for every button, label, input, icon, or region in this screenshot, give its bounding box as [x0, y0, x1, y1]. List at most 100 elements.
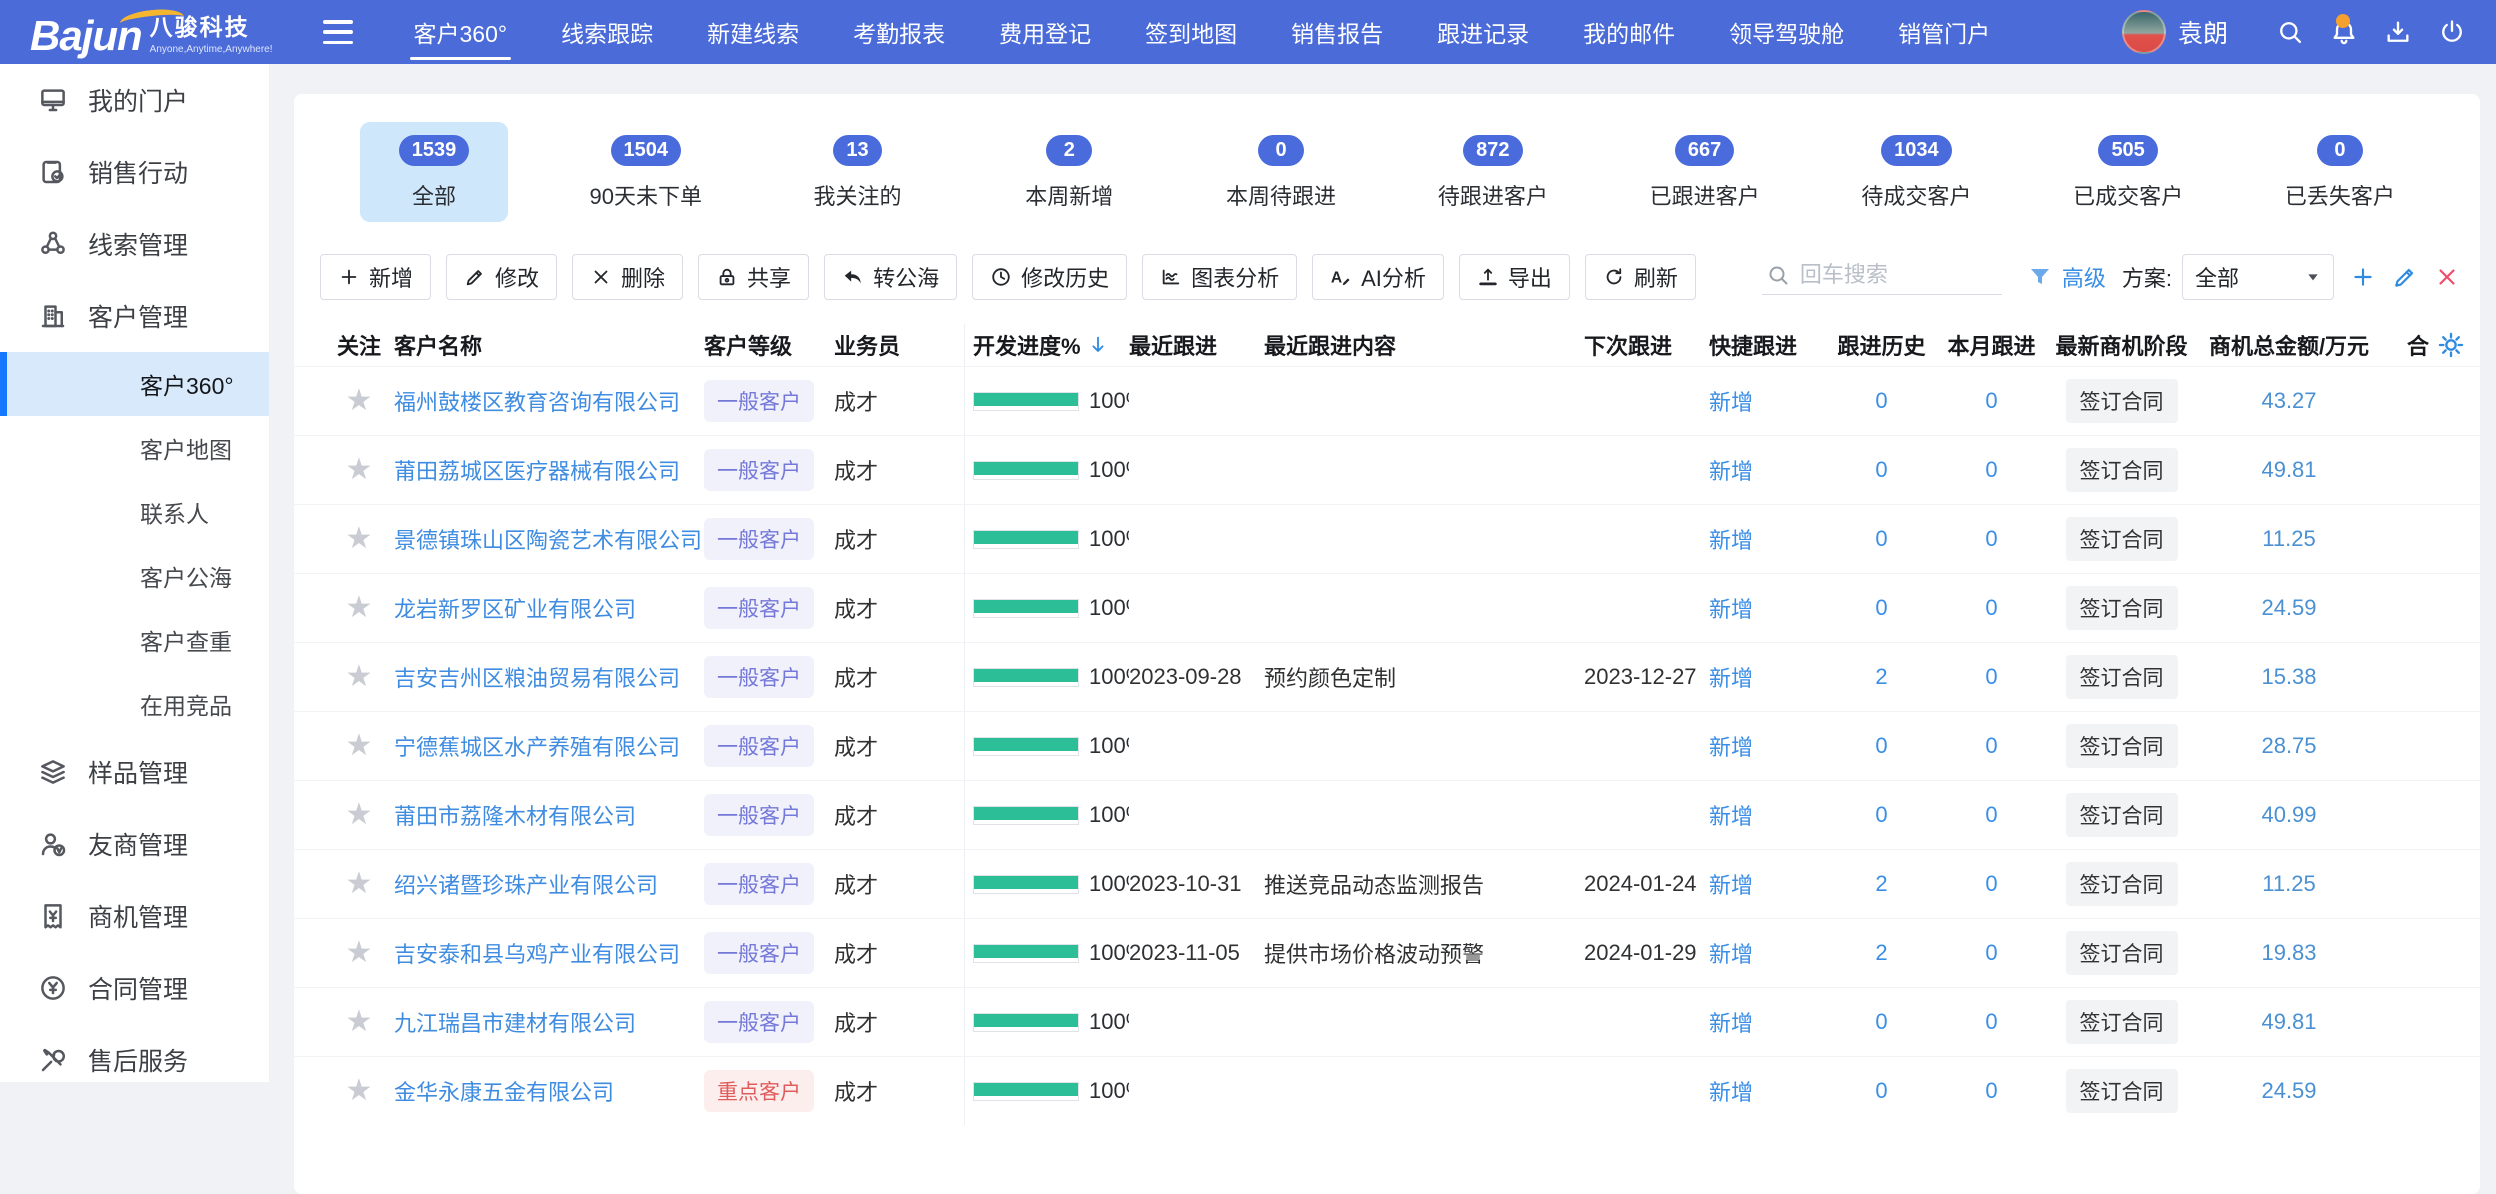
history-count-link[interactable]: 0 [1875, 388, 1887, 414]
sidebar-item[interactable]: 在用竞品 [0, 672, 269, 736]
quick-follow-link[interactable]: 新增 [1709, 454, 1753, 486]
quick-follow-link[interactable]: 新增 [1709, 592, 1753, 624]
amount-link[interactable]: 11.25 [2262, 871, 2315, 897]
month-count-link[interactable]: 0 [1985, 871, 1997, 897]
customer-name-link[interactable]: 龙岩新罗区矿业有限公司 [394, 592, 636, 624]
customer-name-link[interactable]: 九江瑞昌市建材有限公司 [394, 1006, 636, 1038]
sidebar-item[interactable]: 联系人 [0, 480, 269, 544]
top-nav-item[interactable]: 考勤报表 [853, 0, 945, 64]
quick-follow-link[interactable]: 新增 [1709, 868, 1753, 900]
sidebar-item[interactable]: 商机管理 [0, 880, 269, 952]
history-count-link[interactable]: 0 [1875, 733, 1887, 759]
toolbar-button[interactable]: 导出 [1459, 254, 1570, 300]
history-count-link[interactable]: 2 [1875, 940, 1887, 966]
col-header-grade[interactable]: 客户等级 [704, 329, 834, 361]
customer-name-link[interactable]: 吉安泰和县乌鸡产业有限公司 [394, 937, 680, 969]
sidebar-item[interactable]: 销售行动 [0, 136, 269, 208]
amount-link[interactable]: 49.81 [2261, 457, 2316, 483]
customer-name-link[interactable]: 吉安吉州区粮油贸易有限公司 [394, 661, 680, 693]
customer-name-link[interactable]: 宁德蕉城区水产养殖有限公司 [394, 730, 680, 762]
toolbar-button[interactable]: 转公海 [824, 254, 957, 300]
table-row[interactable]: ★ 景德镇珠山区陶瓷艺术有限公司 一般客户 成才 100% 新增 0 0 签订合… [294, 504, 2480, 573]
history-count-link[interactable]: 2 [1875, 871, 1887, 897]
top-nav-item[interactable]: 跟进记录 [1437, 0, 1529, 64]
toolbar-button[interactable]: 删除 [572, 254, 683, 300]
stat-filter[interactable]: 872 待跟进客户 [1419, 122, 1567, 222]
plan-select[interactable]: 全部 [2182, 254, 2334, 300]
table-row[interactable]: ★ 绍兴诸暨珍珠产业有限公司 一般客户 成才 100% 2023-10-31 推… [294, 849, 2480, 918]
col-header-owner[interactable]: 业务员 [834, 329, 964, 361]
stat-filter[interactable]: 667 已跟进客户 [1631, 122, 1779, 222]
month-count-link[interactable]: 0 [1985, 1009, 1997, 1035]
edit-plan-icon[interactable] [2392, 264, 2418, 290]
history-count-link[interactable]: 0 [1875, 457, 1887, 483]
stat-filter[interactable]: 0 本周待跟进 [1207, 122, 1355, 222]
stat-filter[interactable]: 505 已成交客户 [2054, 122, 2202, 222]
table-row[interactable]: ★ 福州鼓楼区教育咨询有限公司 一般客户 成才 100% 新增 0 0 签订合同 [294, 366, 2480, 435]
toolbar-button[interactable]: 共享 [698, 254, 809, 300]
history-count-link[interactable]: 0 [1875, 595, 1887, 621]
search-input[interactable] [1800, 262, 1980, 288]
col-header-amount[interactable]: 商机总金额/万元 [2199, 329, 2379, 361]
col-header-quick-follow[interactable]: 快捷跟进 [1709, 329, 1824, 361]
amount-link[interactable]: 40.99 [2261, 802, 2316, 828]
stat-filter[interactable]: 2 本周新增 [995, 122, 1143, 222]
quick-follow-link[interactable]: 新增 [1709, 661, 1753, 693]
star-icon[interactable]: ★ [346, 731, 373, 761]
top-nav-item[interactable]: 销管门户 [1898, 0, 1990, 64]
quick-follow-link[interactable]: 新增 [1709, 385, 1753, 417]
star-icon[interactable]: ★ [346, 800, 373, 830]
month-count-link[interactable]: 0 [1985, 664, 1997, 690]
stat-filter[interactable]: 0 已丢失客户 [2266, 122, 2414, 222]
sort-desc-icon[interactable] [1087, 334, 1109, 356]
sidebar-item[interactable]: 友商管理 [0, 808, 269, 880]
history-count-link[interactable]: 0 [1875, 526, 1887, 552]
top-nav-item[interactable]: 线索跟踪 [561, 0, 653, 64]
customer-name-link[interactable]: 福州鼓楼区教育咨询有限公司 [394, 385, 680, 417]
month-count-link[interactable]: 0 [1985, 940, 1997, 966]
download-icon[interactable] [2384, 18, 2412, 46]
sidebar-item[interactable]: 样品管理 [0, 736, 269, 808]
table-row[interactable]: ★ 吉安泰和县乌鸡产业有限公司 一般客户 成才 100% 2023-11-05 … [294, 918, 2480, 987]
toolbar-button[interactable]: 刷新 [1585, 254, 1696, 300]
col-header-last-follow[interactable]: 最近跟进 [1129, 329, 1264, 361]
delete-plan-icon[interactable] [2434, 264, 2460, 290]
col-header-star[interactable]: 关注 [324, 329, 394, 361]
amount-link[interactable]: 28.75 [2261, 733, 2316, 759]
amount-link[interactable]: 24.59 [2261, 595, 2316, 621]
app-logo[interactable]: Bajun 八骏科技 Anyone,Anytime,Anywhere! [0, 8, 313, 57]
sidebar-item[interactable]: 客户查重 [0, 608, 269, 672]
month-count-link[interactable]: 0 [1985, 595, 1997, 621]
advanced-filter-link[interactable]: 高级 [2062, 261, 2106, 293]
toolbar-button[interactable]: 修改 [446, 254, 557, 300]
history-count-link[interactable]: 0 [1875, 802, 1887, 828]
column-settings-gear-icon[interactable] [2437, 331, 2465, 359]
menu-toggle-icon[interactable] [323, 20, 353, 44]
top-nav-item[interactable]: 新建线索 [707, 0, 799, 64]
month-count-link[interactable]: 0 [1985, 733, 1997, 759]
stat-filter[interactable]: 1539 全部 [360, 122, 508, 222]
stat-filter[interactable]: 1504 90天未下单 [572, 122, 720, 222]
table-row[interactable]: ★ 宁德蕉城区水产养殖有限公司 一般客户 成才 100% 新增 0 0 签订合同 [294, 711, 2480, 780]
amount-link[interactable]: 11.25 [2262, 526, 2315, 552]
month-count-link[interactable]: 0 [1985, 526, 1997, 552]
star-icon[interactable]: ★ [346, 869, 373, 899]
top-nav-item[interactable]: 销售报告 [1291, 0, 1383, 64]
quick-follow-link[interactable]: 新增 [1709, 799, 1753, 831]
star-icon[interactable]: ★ [346, 1007, 373, 1037]
table-row[interactable]: ★ 莆田荔城区医疗器械有限公司 一般客户 成才 100% 新增 0 0 签订合同 [294, 435, 2480, 504]
add-plan-icon[interactable] [2350, 264, 2376, 290]
col-header-month[interactable]: 本月跟进 [1939, 329, 2044, 361]
top-nav-item[interactable]: 我的邮件 [1583, 0, 1675, 64]
top-nav-item[interactable]: 费用登记 [999, 0, 1091, 64]
amount-link[interactable]: 19.83 [2261, 940, 2316, 966]
stat-filter[interactable]: 1034 待成交客户 [1842, 122, 1990, 222]
top-nav-item[interactable]: 领导驾驶舱 [1729, 0, 1844, 64]
toolbar-button[interactable]: A AI分析 [1312, 254, 1444, 300]
col-header-history[interactable]: 跟进历史 [1824, 329, 1939, 361]
star-icon[interactable]: ★ [346, 386, 373, 416]
col-header-last-content[interactable]: 最近跟进内容 [1264, 329, 1584, 361]
sidebar-item[interactable]: 合同管理 [0, 952, 269, 1024]
table-row[interactable]: ★ 龙岩新罗区矿业有限公司 一般客户 成才 100% 新增 0 0 签订合同 2 [294, 573, 2480, 642]
month-count-link[interactable]: 0 [1985, 802, 1997, 828]
